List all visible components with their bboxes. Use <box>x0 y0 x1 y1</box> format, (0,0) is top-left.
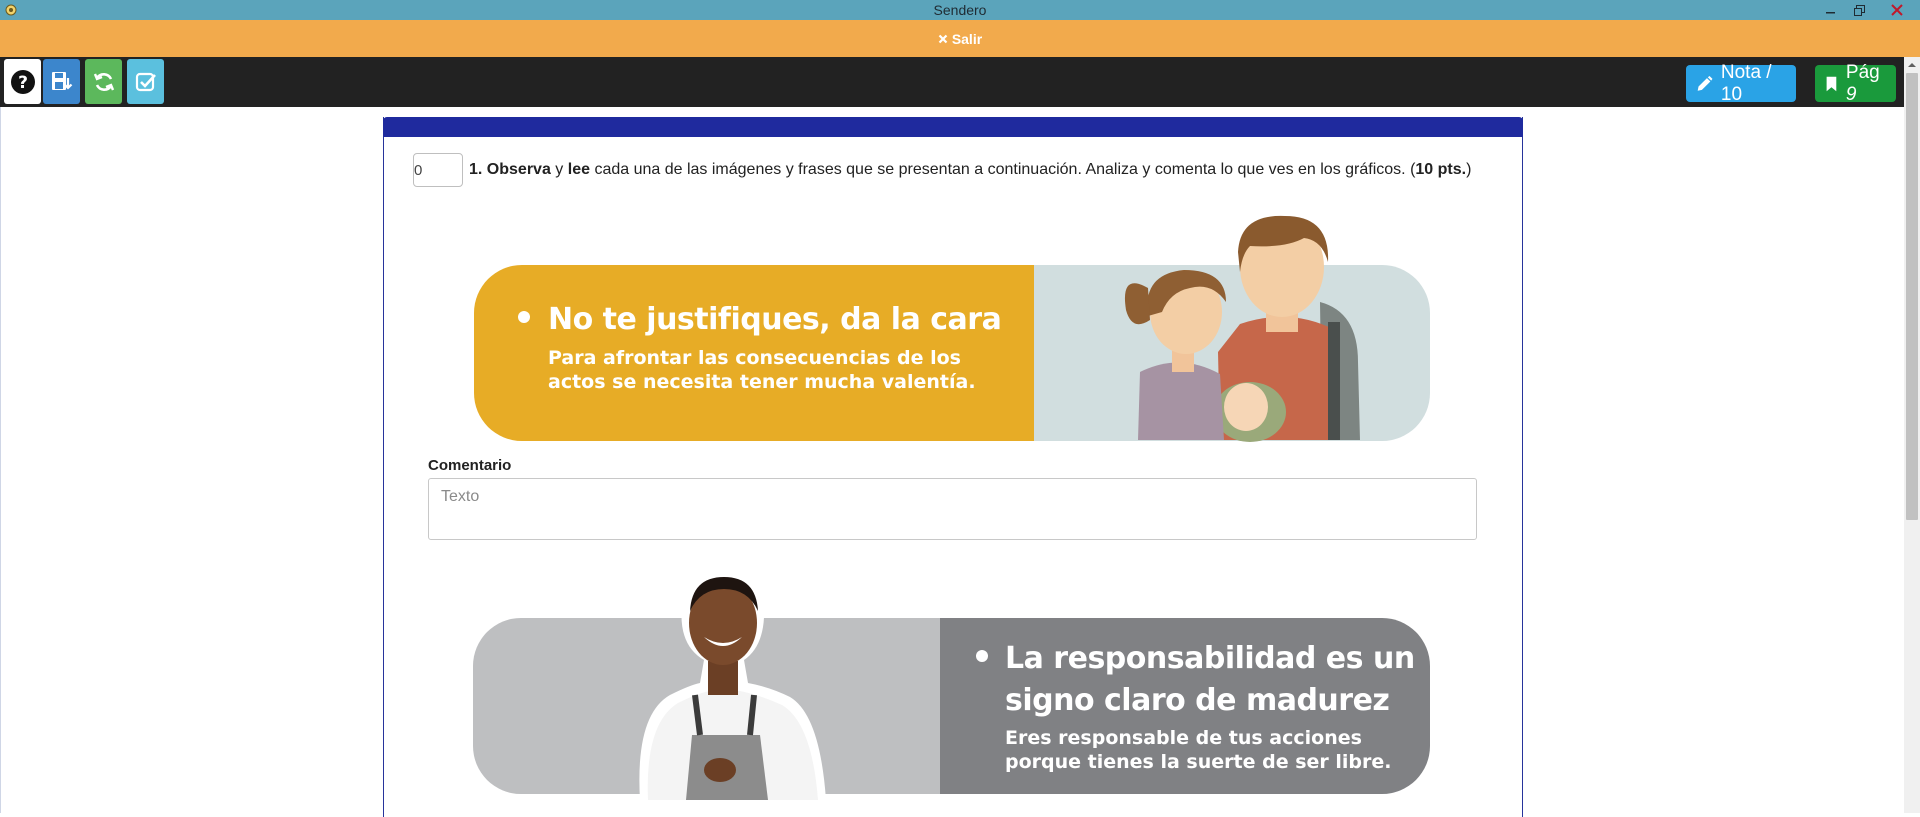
banner-2-bullet <box>976 650 988 662</box>
exit-label: Salir <box>951 30 983 47</box>
score-input[interactable] <box>413 153 463 187</box>
scroll-up-button[interactable] <box>1904 57 1920 73</box>
banner-1-subtext: Para afrontar las consecuencias de los a… <box>548 347 976 393</box>
banner-1-heading: No te justifiques, da la cara <box>548 302 1002 337</box>
bookmark-icon <box>1826 76 1837 91</box>
scrollbar-thumb[interactable] <box>1906 73 1918 520</box>
chevron-up-icon <box>1908 63 1916 67</box>
restore-button[interactable] <box>1846 0 1872 20</box>
panel-header <box>383 117 1523 137</box>
comment-textarea[interactable] <box>428 478 1477 540</box>
exit-bar: Salir <box>0 20 1920 57</box>
toolbar: ? Nota / 10 Pág 9 <box>0 57 1904 107</box>
banner-2-subtext: Eres responsable de tus acciones porque … <box>1005 727 1392 773</box>
minimize-button[interactable] <box>1818 0 1844 20</box>
question-row: 1. Observa y lee cada una de las imágene… <box>413 153 1513 187</box>
minimize-icon <box>1826 12 1835 14</box>
page-number: 9 <box>1845 83 1857 105</box>
submit-check-button[interactable] <box>127 59 164 104</box>
close-window-button[interactable] <box>1884 0 1910 20</box>
window-title: Sendero <box>933 2 987 18</box>
save-button[interactable] <box>43 59 80 104</box>
banner-1-bullet <box>518 311 530 323</box>
page-button[interactable]: Pág 9 <box>1815 62 1896 105</box>
check-square-icon <box>135 72 156 91</box>
page-label: Pág 9 <box>1845 61 1880 105</box>
grade-button[interactable]: Nota / 10 <box>1686 62 1796 105</box>
close-icon <box>938 34 948 43</box>
help-button[interactable]: ? <box>4 59 41 104</box>
comment-label: Comentario <box>428 457 512 474</box>
family-illustration <box>1124 215 1360 442</box>
banner-2-heading: La responsabilidad es un signo claro de … <box>1005 641 1415 718</box>
pencil-icon <box>1697 75 1713 91</box>
svg-text:?: ? <box>18 73 28 93</box>
title-bar: Sendero <box>0 0 1920 20</box>
man-illustration <box>639 567 826 800</box>
refresh-button[interactable] <box>85 59 122 104</box>
grade-label: Nota / 10 <box>1720 61 1772 105</box>
restore-icon <box>1853 4 1865 16</box>
refresh-icon <box>93 72 114 91</box>
help-icon: ? <box>10 69 35 94</box>
save-icon <box>51 71 72 90</box>
close-icon <box>1891 4 1903 16</box>
vertical-scrollbar[interactable] <box>1904 57 1920 813</box>
question-text: 1. Observa y lee cada una de las imágene… <box>469 161 1472 178</box>
exit-button[interactable]: Salir <box>938 31 982 47</box>
